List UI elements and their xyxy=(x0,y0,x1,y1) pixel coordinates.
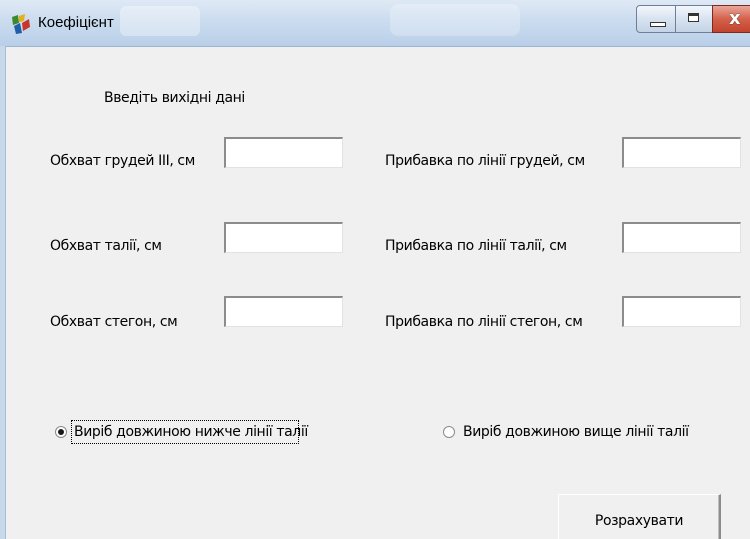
above-waist-radio[interactable] xyxy=(443,426,455,438)
radio-selected-dot xyxy=(58,429,64,435)
app-window: Коефіцієнт x Введіть вихідні дані Обхват… xyxy=(0,0,750,539)
hip-girth-label: Обхват стегон, см xyxy=(50,314,178,330)
maximize-button[interactable] xyxy=(675,5,713,33)
chest-allowance-input[interactable] xyxy=(622,137,741,168)
maximize-icon xyxy=(688,13,699,22)
chest-allowance-label: Прибавка по лінії грудей, см xyxy=(385,153,585,169)
below-waist-radio-label[interactable]: Виріб довжиною нижче лінії талії xyxy=(74,424,308,440)
above-waist-radio-label[interactable]: Виріб довжиною вище лінії талії xyxy=(463,424,689,440)
calculate-button[interactable]: Розрахувати xyxy=(558,494,721,539)
waist-allowance-input[interactable] xyxy=(622,222,741,253)
close-button[interactable]: x xyxy=(712,5,750,33)
hip-allowance-input[interactable] xyxy=(622,296,741,327)
app-icon xyxy=(12,14,30,34)
minimize-button[interactable] xyxy=(636,5,676,33)
form-heading: Введіть вихідні дані xyxy=(104,90,245,106)
chest-girth-label: Обхват грудей III, см xyxy=(50,153,195,169)
waist-allowance-label: Прибавка по лінії талії, см xyxy=(385,238,567,254)
title-bar[interactable]: Коефіцієнт x xyxy=(0,0,750,47)
hip-allowance-label: Прибавка по лінії стегон, см xyxy=(385,314,583,330)
chest-girth-input[interactable] xyxy=(224,137,343,168)
hip-girth-input[interactable] xyxy=(224,296,343,327)
calculate-button-label: Розрахувати xyxy=(594,513,684,529)
minimize-icon xyxy=(650,22,666,27)
window-title: Коефіцієнт xyxy=(38,14,114,31)
below-waist-radio[interactable] xyxy=(55,426,67,438)
window-frame-left xyxy=(0,46,6,539)
waist-girth-input[interactable] xyxy=(224,222,343,253)
close-icon: x xyxy=(729,8,741,29)
waist-girth-label: Обхват талії, см xyxy=(50,238,162,254)
